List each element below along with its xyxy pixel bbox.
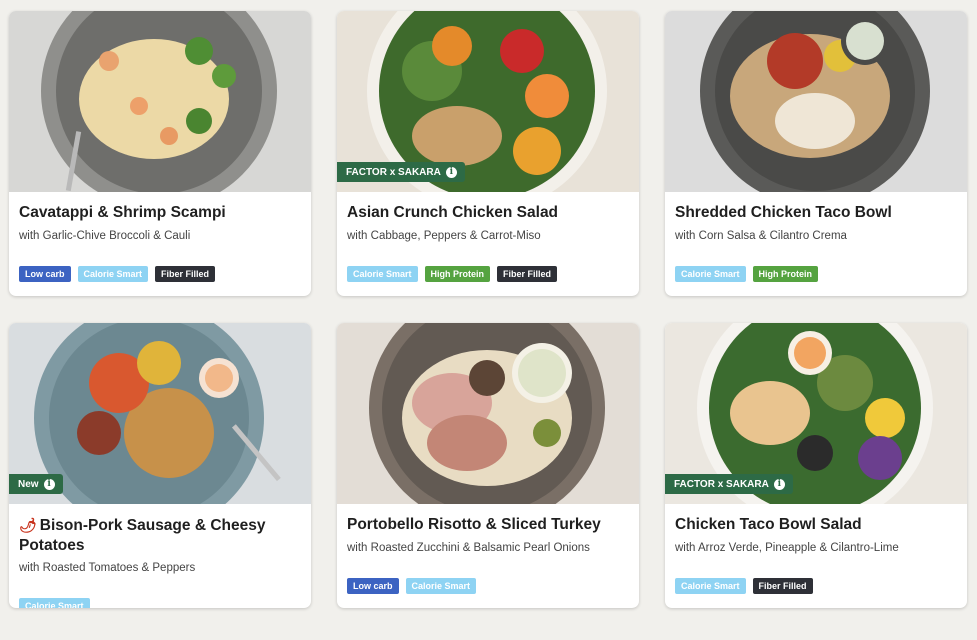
meal-title[interactable]: Shredded Chicken Taco Bowl	[675, 203, 955, 223]
tag-fiber-filled: Fiber Filled	[155, 266, 216, 282]
tag-high-protein: High Protein	[424, 266, 491, 282]
tag-low-carb: Low carb	[347, 578, 399, 594]
meal-card-bison-pork[interactable]: New i 🌶 Bison-Pork Sausage & Cheesy Potat…	[9, 323, 311, 608]
meal-image[interactable]: New i	[9, 323, 311, 504]
meal-card-portobello-risotto[interactable]: Portobello Risotto & Sliced Turkey with …	[337, 323, 639, 608]
badge-label: FACTOR x SAKARA	[346, 166, 441, 178]
factor-sakara-badge[interactable]: FACTOR x SAKARA i	[337, 162, 465, 182]
meal-image[interactable]: FACTOR x SAKARA i	[337, 11, 639, 192]
meal-image[interactable]	[9, 11, 311, 192]
meal-subtitle: with Arroz Verde, Pineapple & Cilantro-L…	[675, 542, 899, 554]
new-badge[interactable]: New i	[9, 474, 63, 494]
tag-list: Low carb Calorie Smart	[347, 578, 477, 594]
tag-calorie-smart: Calorie Smart	[19, 598, 90, 608]
tag-calorie-smart: Calorie Smart	[347, 266, 418, 282]
meal-title[interactable]: 🌶 Bison-Pork Sausage & Cheesy Potatoes	[19, 515, 299, 556]
tag-list: Calorie Smart Fiber Filled	[675, 578, 813, 594]
tag-list: Low carb Calorie Smart Fiber Filled	[19, 266, 216, 282]
meal-image[interactable]	[337, 323, 639, 504]
meal-card-chicken-taco-salad[interactable]: FACTOR x SAKARA i Chicken Taco Bowl Sala…	[665, 323, 967, 608]
meal-subtitle: with Corn Salsa & Cilantro Crema	[675, 230, 847, 242]
meal-subtitle: with Roasted Zucchini & Balsamic Pearl O…	[347, 542, 590, 554]
meal-subtitle: with Garlic-Chive Broccoli & Cauli	[19, 230, 191, 242]
meal-subtitle: with Cabbage, Peppers & Carrot-Miso	[347, 230, 541, 242]
meal-title[interactable]: Chicken Taco Bowl Salad	[675, 515, 955, 535]
tag-list: Calorie Smart High Protein	[675, 266, 819, 282]
tag-calorie-smart: Calorie Smart	[675, 578, 746, 594]
info-icon[interactable]: i	[773, 478, 785, 490]
tag-list: Calorie Smart	[19, 598, 90, 608]
meal-title[interactable]: Cavatappi & Shrimp Scampi	[19, 203, 299, 223]
badge-label: FACTOR x SAKARA	[674, 478, 769, 490]
tag-high-protein: High Protein	[752, 266, 819, 282]
meal-grid: Cavatappi & Shrimp Scampi with Garlic-Ch…	[0, 0, 977, 640]
meal-subtitle: with Roasted Tomatoes & Peppers	[19, 562, 196, 574]
tag-calorie-smart: Calorie Smart	[405, 578, 477, 594]
factor-sakara-badge[interactable]: FACTOR x SAKARA i	[665, 474, 793, 494]
tag-list: Calorie Smart High Protein Fiber Filled	[347, 266, 558, 282]
meal-card-asian-crunch[interactable]: FACTOR x SAKARA i Asian Crunch Chicken S…	[337, 11, 639, 296]
chili-pepper-icon: 🌶	[19, 517, 37, 533]
info-icon[interactable]: i	[43, 478, 55, 490]
badge-label: New	[18, 478, 39, 490]
tag-calorie-smart: Calorie Smart	[77, 266, 149, 282]
info-icon[interactable]: i	[445, 166, 457, 178]
meal-image[interactable]: FACTOR x SAKARA i	[665, 323, 967, 504]
tag-fiber-filled: Fiber Filled	[497, 266, 558, 282]
meal-title[interactable]: Asian Crunch Chicken Salad	[347, 203, 627, 223]
meal-card-shredded-chicken[interactable]: Shredded Chicken Taco Bowl with Corn Sal…	[665, 11, 967, 296]
tag-calorie-smart: Calorie Smart	[675, 266, 746, 282]
tag-fiber-filled: Fiber Filled	[752, 578, 813, 594]
meal-title-text: Bison-Pork Sausage & Cheesy Potatoes	[19, 517, 266, 554]
tag-low-carb: Low carb	[19, 266, 71, 282]
meal-title[interactable]: Portobello Risotto & Sliced Turkey	[347, 515, 627, 535]
meal-image[interactable]	[665, 11, 967, 192]
meal-card-cavatappi[interactable]: Cavatappi & Shrimp Scampi with Garlic-Ch…	[9, 11, 311, 296]
